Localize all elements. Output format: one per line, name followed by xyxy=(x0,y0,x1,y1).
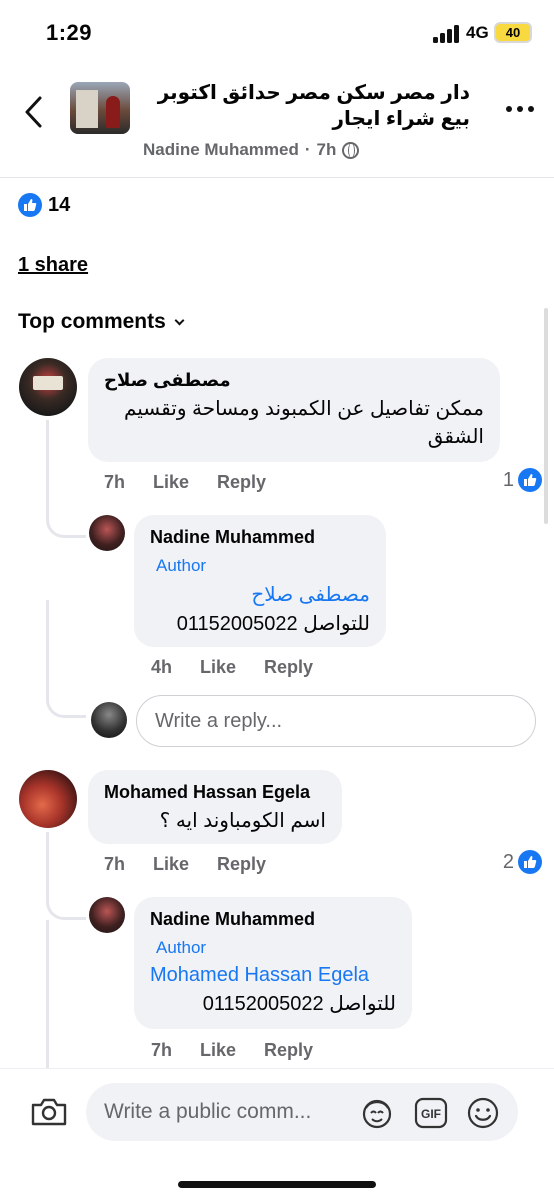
post-meta: Nadine Muhammed · 7h xyxy=(143,140,360,160)
reply-button[interactable]: Reply xyxy=(217,854,266,875)
thread-line xyxy=(46,600,86,718)
svg-text:GIF: GIF xyxy=(421,1107,441,1121)
reaction-count: 14 xyxy=(48,193,71,216)
comment-reaction-count[interactable]: 2 xyxy=(503,850,542,874)
reply-button[interactable]: Reply xyxy=(264,657,313,678)
comment-sort-dropdown[interactable]: Top comments xyxy=(18,310,185,334)
reaction-summary[interactable]: 14 xyxy=(18,193,70,217)
back-arrow-icon[interactable] xyxy=(20,94,50,130)
write-reply-input[interactable]: Write a reply... xyxy=(136,695,536,747)
like-reaction-icon xyxy=(518,468,542,492)
mention-link[interactable]: مصطفى صلاح xyxy=(150,582,370,607)
author-badge: Author xyxy=(156,556,207,575)
like-button[interactable]: Like xyxy=(200,657,236,678)
reply-actions: 7h Like Reply xyxy=(151,1040,313,1061)
post-header: دار مصر سكن مصر حدائق اكتوبر بيع شراء اي… xyxy=(0,66,554,178)
home-indicator xyxy=(178,1181,376,1188)
group-thumbnail[interactable] xyxy=(70,82,130,134)
reply-bubble[interactable]: Nadine Muhammed Author مصطفى صلاح للتواص… xyxy=(134,515,386,647)
reply-author[interactable]: Nadine Muhammed xyxy=(150,909,396,930)
meta-separator: · xyxy=(304,140,311,159)
reply-button[interactable]: Reply xyxy=(217,472,266,493)
comment-time: 7h xyxy=(104,472,126,492)
comment-sort-label: Top comments xyxy=(18,310,166,333)
like-reaction-icon xyxy=(18,193,42,217)
reply-text: للتواصل 01152005022 xyxy=(176,613,370,635)
camera-icon[interactable] xyxy=(30,1097,68,1127)
avatar-sticker-icon[interactable] xyxy=(360,1096,394,1130)
emoji-icon[interactable] xyxy=(466,1096,500,1130)
author-badge: Author xyxy=(156,938,207,957)
chevron-down-icon xyxy=(174,315,185,325)
battery-level: 40 xyxy=(505,25,521,40)
comment-author[interactable]: Mohamed Hassan Egela xyxy=(104,782,326,803)
status-bar: 1:29 4G 40 xyxy=(0,0,554,66)
comment-bubble[interactable]: Mohamed Hassan Egela اسم الكومباوند ايه … xyxy=(88,770,342,844)
reply-avatar[interactable] xyxy=(89,515,125,551)
comment-reaction-number: 1 xyxy=(502,468,514,491)
commenter-avatar[interactable] xyxy=(19,358,77,416)
comment-actions: 7h Like Reply xyxy=(104,854,266,875)
reply-actions: 4h Like Reply xyxy=(151,657,313,678)
comment-text: ممكن تفاصيل عن الكمبوند ومساحة وتقسيم ال… xyxy=(123,398,484,448)
commenter-avatar[interactable] xyxy=(19,770,77,828)
my-avatar xyxy=(91,702,127,738)
scrollbar[interactable] xyxy=(544,308,548,524)
comment-composer-bar: Write a public comm... GIF xyxy=(0,1068,554,1200)
reply-time: 7h xyxy=(151,1040,173,1060)
post-time: 7h xyxy=(316,140,337,159)
comment-reaction-number: 2 xyxy=(502,850,514,873)
thread-line xyxy=(46,420,86,538)
comment-actions: 7h Like Reply xyxy=(104,472,266,493)
reply-time: 4h xyxy=(151,657,173,677)
mention-link[interactable]: Mohamed Hassan Egela xyxy=(150,964,396,987)
signal-icon xyxy=(433,25,461,43)
comment-reaction-count[interactable]: 1 xyxy=(503,468,542,492)
post-author[interactable]: Nadine Muhammed xyxy=(143,140,299,160)
like-button[interactable]: Like xyxy=(200,1040,236,1061)
comment-author[interactable]: مصطفى صلاح xyxy=(104,370,484,391)
network-label: 4G xyxy=(466,23,489,42)
reply-button[interactable]: Reply xyxy=(264,1040,313,1061)
post-title[interactable]: دار مصر سكن مصر حدائق اكتوبر بيع شراء اي… xyxy=(140,80,470,132)
comment-time: 7h xyxy=(104,854,126,874)
more-options-icon[interactable] xyxy=(506,106,534,112)
status-time: 1:29 xyxy=(46,20,93,45)
battery-icon: 40 xyxy=(494,22,532,43)
comment-text: اسم الكومباوند ايه ؟ xyxy=(159,810,326,832)
globe-icon xyxy=(342,141,360,159)
write-reply-placeholder: Write a reply... xyxy=(155,709,283,732)
like-reaction-icon xyxy=(518,850,542,874)
comment-bubble[interactable]: مصطفى صلاح ممكن تفاصيل عن الكمبوند ومساح… xyxy=(88,358,500,462)
thread-line xyxy=(46,832,86,920)
like-button[interactable]: Like xyxy=(153,472,189,493)
reply-avatar[interactable] xyxy=(89,897,125,933)
public-comment-input[interactable]: Write a public comm... GIF xyxy=(86,1083,518,1141)
thread-line xyxy=(46,920,49,1080)
comment-placeholder: Write a public comm... xyxy=(104,1100,312,1123)
reply-bubble[interactable]: Nadine Muhammed Author Mohamed Hassan Eg… xyxy=(134,897,412,1029)
gif-icon[interactable]: GIF xyxy=(414,1096,448,1130)
like-button[interactable]: Like xyxy=(153,854,189,875)
share-count-link[interactable]: 1 share xyxy=(18,254,88,277)
reply-text: للتواصل 01152005022 xyxy=(202,993,396,1015)
reply-author[interactable]: Nadine Muhammed xyxy=(150,527,370,548)
